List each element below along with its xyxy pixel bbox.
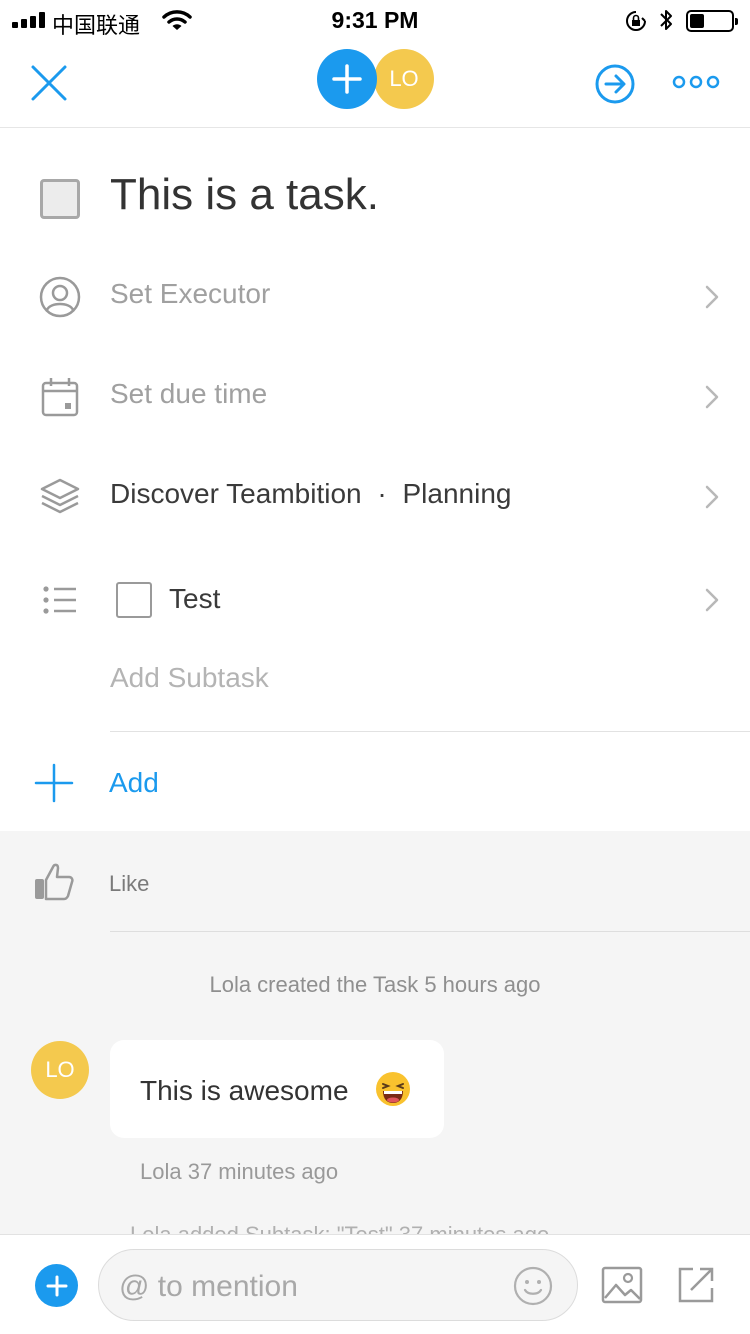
forward-icon[interactable]	[594, 63, 636, 105]
plus-icon	[332, 64, 362, 94]
subtask-label: Test	[169, 583, 221, 614]
image-icon[interactable]	[601, 1266, 643, 1304]
comment-placeholder: @ to mention	[119, 1270, 298, 1303]
project-label: Discover Teambition · Planning	[110, 478, 511, 510]
plus-icon	[34, 763, 74, 803]
executor-row[interactable]: Set Executor	[0, 247, 750, 347]
layers-icon	[40, 478, 80, 514]
comment-composer: @ to mention	[0, 1234, 750, 1334]
due-time-label: Set due time	[110, 378, 268, 409]
comment-input[interactable]: @ to mention	[98, 1249, 578, 1321]
avatar[interactable]: LO	[374, 49, 434, 109]
comment-text: This is awesome	[140, 1075, 349, 1106]
plus-icon	[46, 1275, 67, 1296]
chevron-right-icon	[705, 588, 719, 612]
bluetooth-icon	[660, 10, 672, 30]
add-member-button[interactable]	[317, 49, 377, 109]
add-field-button[interactable]: Add	[0, 734, 750, 830]
due-time-row[interactable]: Set due time	[0, 347, 750, 447]
user-icon	[39, 276, 81, 318]
orientation-lock-icon	[626, 11, 646, 31]
calendar-icon	[41, 378, 79, 417]
status-bar: 中国联通 9:31 PM	[0, 0, 750, 40]
add-attachment-button[interactable]	[35, 1264, 78, 1307]
project-row[interactable]: Discover Teambition · Planning	[0, 447, 750, 547]
add-label: Add	[109, 767, 159, 798]
stage-name: Planning	[402, 478, 512, 509]
like-label[interactable]: Like	[109, 871, 149, 897]
divider	[110, 931, 750, 932]
list-icon	[43, 586, 76, 614]
activity-section: Like Lola created the Task 5 hours ago L…	[0, 831, 750, 1247]
separator-dot: ·	[377, 478, 387, 509]
task-title[interactable]: This is a task.	[110, 170, 379, 220]
subtask-checkbox[interactable]	[116, 582, 152, 618]
project-name: Discover Teambition	[110, 478, 362, 509]
more-icon[interactable]	[672, 74, 720, 90]
avatar[interactable]: LO	[31, 1041, 89, 1099]
laughing-emoji-icon	[376, 1072, 410, 1106]
emoji-icon[interactable]	[513, 1266, 553, 1306]
executor-label: Set Executor	[110, 278, 271, 309]
navbar: LO	[0, 40, 750, 128]
thumbs-up-icon[interactable]	[32, 859, 76, 903]
close-icon[interactable]	[28, 62, 70, 104]
subtask-row[interactable]: Test	[0, 550, 750, 650]
task-header: This is a task.	[0, 150, 750, 250]
task-complete-checkbox[interactable]	[40, 179, 80, 219]
divider	[110, 731, 750, 732]
add-subtask-input[interactable]: Add Subtask	[110, 662, 269, 694]
share-icon[interactable]	[676, 1265, 716, 1305]
chevron-right-icon	[705, 485, 719, 509]
activity-log-entry: Lola created the Task 5 hours ago	[209, 972, 541, 997]
comment-meta: Lola 37 minutes ago	[140, 1159, 339, 1184]
comment-bubble: This is awesome	[110, 1040, 444, 1138]
battery-icon	[686, 10, 738, 32]
chevron-right-icon	[705, 385, 719, 409]
chevron-right-icon	[705, 285, 719, 309]
